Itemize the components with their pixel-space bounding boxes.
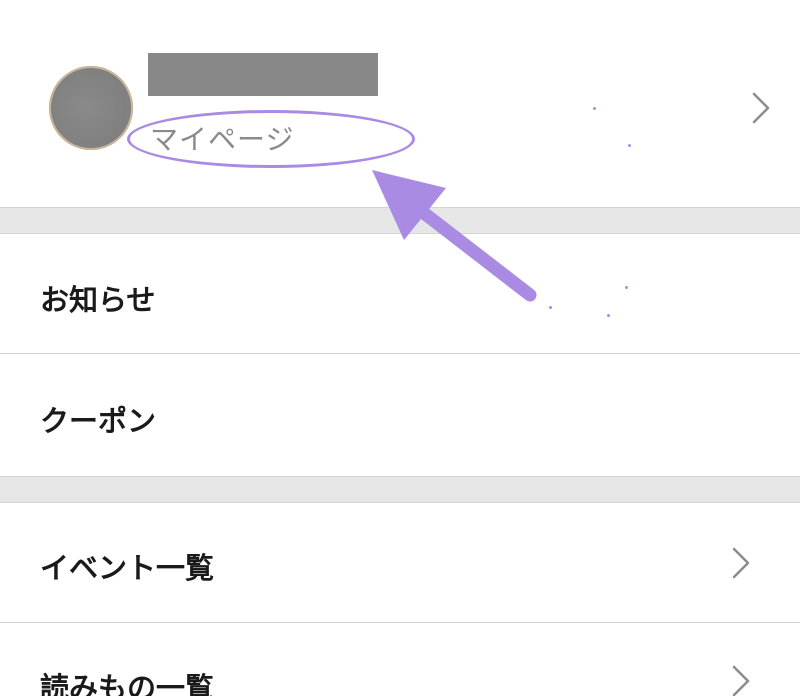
menu-item-label: お知らせ: [40, 283, 156, 317]
avatar: [49, 66, 133, 150]
section-gap: [0, 207, 800, 234]
menu-item-notifications[interactable]: お知らせ: [0, 234, 800, 353]
annotation-dot: [625, 286, 628, 289]
menu-screen: マイページ お知らせ クーポン イベント一覧 読みもの一覧: [0, 0, 800, 696]
redacted-user-name: [148, 53, 378, 96]
menu-item-label: イベント一覧: [40, 551, 215, 585]
chevron-right-icon: [726, 661, 756, 696]
chevron-right-icon: [726, 543, 756, 583]
annotation-dot: [607, 314, 610, 317]
menu-item-coupon[interactable]: クーポン: [0, 354, 800, 476]
menu-item-events[interactable]: イベント一覧: [0, 503, 800, 622]
chevron-right-icon[interactable]: [746, 88, 776, 128]
menu-item-readings[interactable]: 読みもの一覧: [0, 623, 800, 696]
profile-row[interactable]: マイページ: [0, 0, 800, 207]
annotation-dot: [549, 306, 552, 309]
annotation-dot: [593, 107, 596, 110]
annotation-dot: [628, 144, 631, 147]
annotation-highlight-ellipse: [127, 110, 415, 168]
menu-item-label: 読みもの一覧: [40, 671, 215, 696]
section-gap: [0, 476, 800, 503]
menu-item-label: クーポン: [40, 404, 157, 438]
